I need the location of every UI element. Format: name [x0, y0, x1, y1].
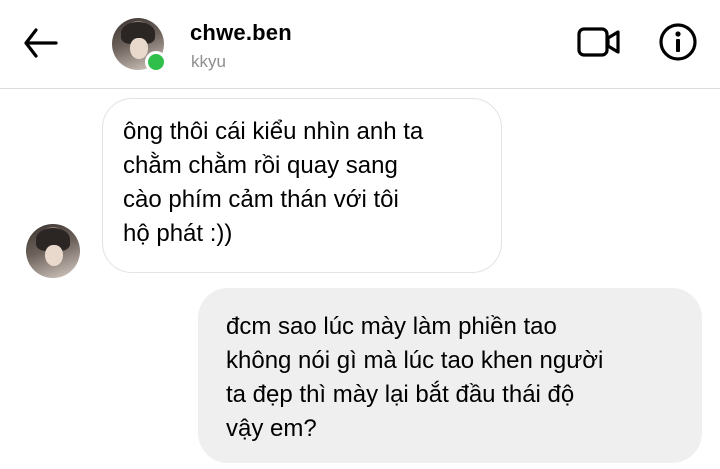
- message-line: cào phím cảm thán với tôi: [123, 186, 399, 213]
- video-call-button[interactable]: [577, 24, 621, 60]
- chat-username[interactable]: chwe.ben: [190, 20, 292, 46]
- message-line: ta đẹp thì mày lại bắt đầu thái độ: [226, 381, 575, 408]
- message-line: không nói gì mà lúc tao khen người: [226, 347, 604, 374]
- online-status-dot: [145, 51, 167, 73]
- arrow-left-icon: [24, 28, 58, 58]
- info-button[interactable]: [658, 22, 698, 62]
- message-line: ông thôi cái kiểu nhìn anh ta: [123, 118, 424, 145]
- info-icon: [659, 23, 697, 61]
- message-line: đcm sao lúc mày làm phiền tao: [226, 313, 557, 340]
- incoming-message-bubble[interactable]: ông thôi cái kiểu nhìn anh ta chằm chằm …: [102, 98, 502, 273]
- message-line: hộ phát :)): [123, 220, 233, 247]
- video-camera-icon: [577, 27, 620, 57]
- outgoing-message-bubble[interactable]: đcm sao lúc mày làm phiền tao không nói …: [198, 288, 702, 463]
- chat-header: chwe.ben kkyu: [0, 0, 720, 89]
- sender-avatar[interactable]: [26, 224, 80, 278]
- message-line: vậy em?: [226, 415, 317, 442]
- chat-subname: kkyu: [191, 52, 226, 71]
- back-button[interactable]: [22, 26, 62, 60]
- message-line: chằm chằm rồi quay sang: [123, 152, 398, 179]
